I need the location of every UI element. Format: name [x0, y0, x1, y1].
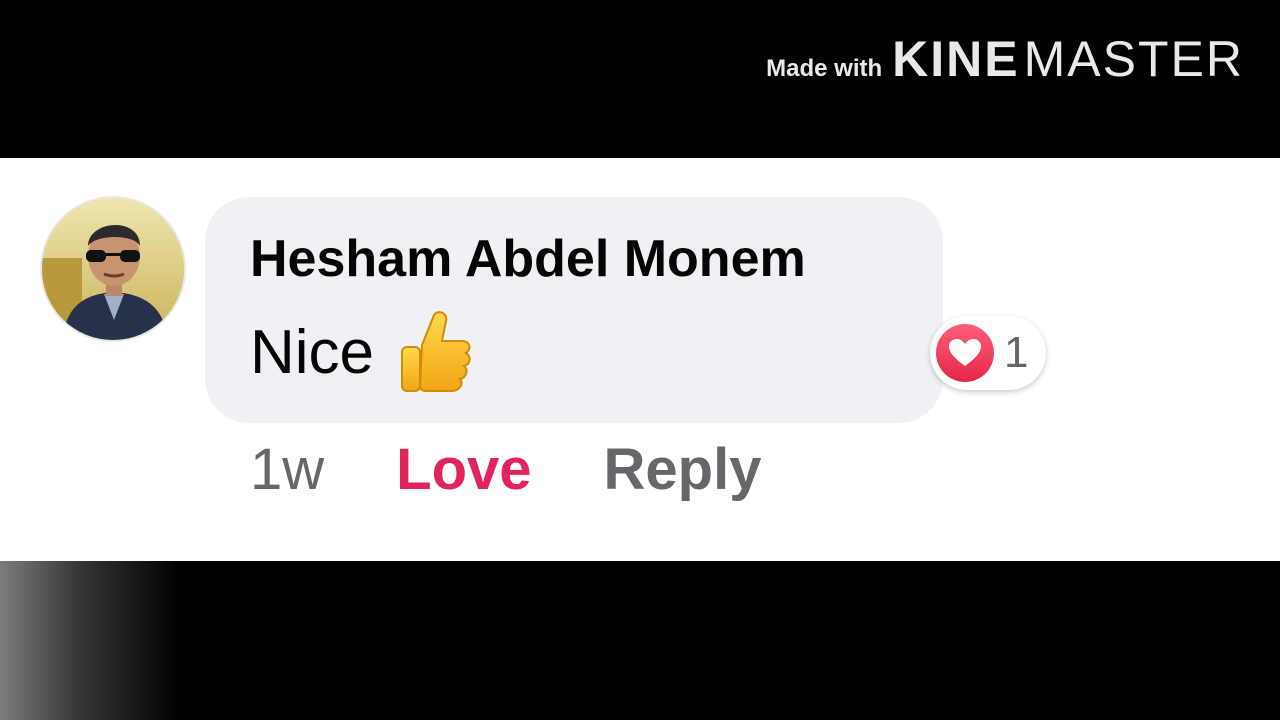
comment-body: Nice: [250, 309, 472, 395]
love-reaction-button[interactable]: Love: [396, 436, 531, 503]
thumbs-up-icon: [400, 309, 472, 395]
comment-bubble: Hesham Abdel Monem Nice: [205, 197, 943, 423]
kinemaster-watermark: Made with KINE MASTER: [766, 30, 1244, 88]
watermark-made-with: Made with: [766, 55, 883, 82]
reaction-summary[interactable]: 1: [930, 316, 1046, 390]
video-frame: Made with KINE MASTER Hesham Abdel Monem…: [0, 0, 1280, 720]
top-letterbox: Made with KINE MASTER: [0, 0, 1280, 158]
bottom-letterbox: [0, 561, 1280, 720]
comment-actions: 1w Love Reply: [250, 436, 761, 503]
watermark-brand-light: MASTER: [1023, 31, 1244, 87]
avatar[interactable]: [42, 198, 184, 340]
reaction-count: 1: [1004, 328, 1029, 377]
comment-timestamp[interactable]: 1w: [250, 436, 324, 503]
watermark-brand-bold: KINE: [892, 31, 1020, 87]
heart-icon: [936, 324, 994, 382]
bottom-light-glow: [0, 561, 180, 720]
comment-text: Nice: [250, 317, 375, 387]
reply-button[interactable]: Reply: [604, 436, 762, 503]
comment-author-name[interactable]: Hesham Abdel Monem: [250, 229, 806, 289]
profile-photo-icon: [42, 198, 184, 340]
